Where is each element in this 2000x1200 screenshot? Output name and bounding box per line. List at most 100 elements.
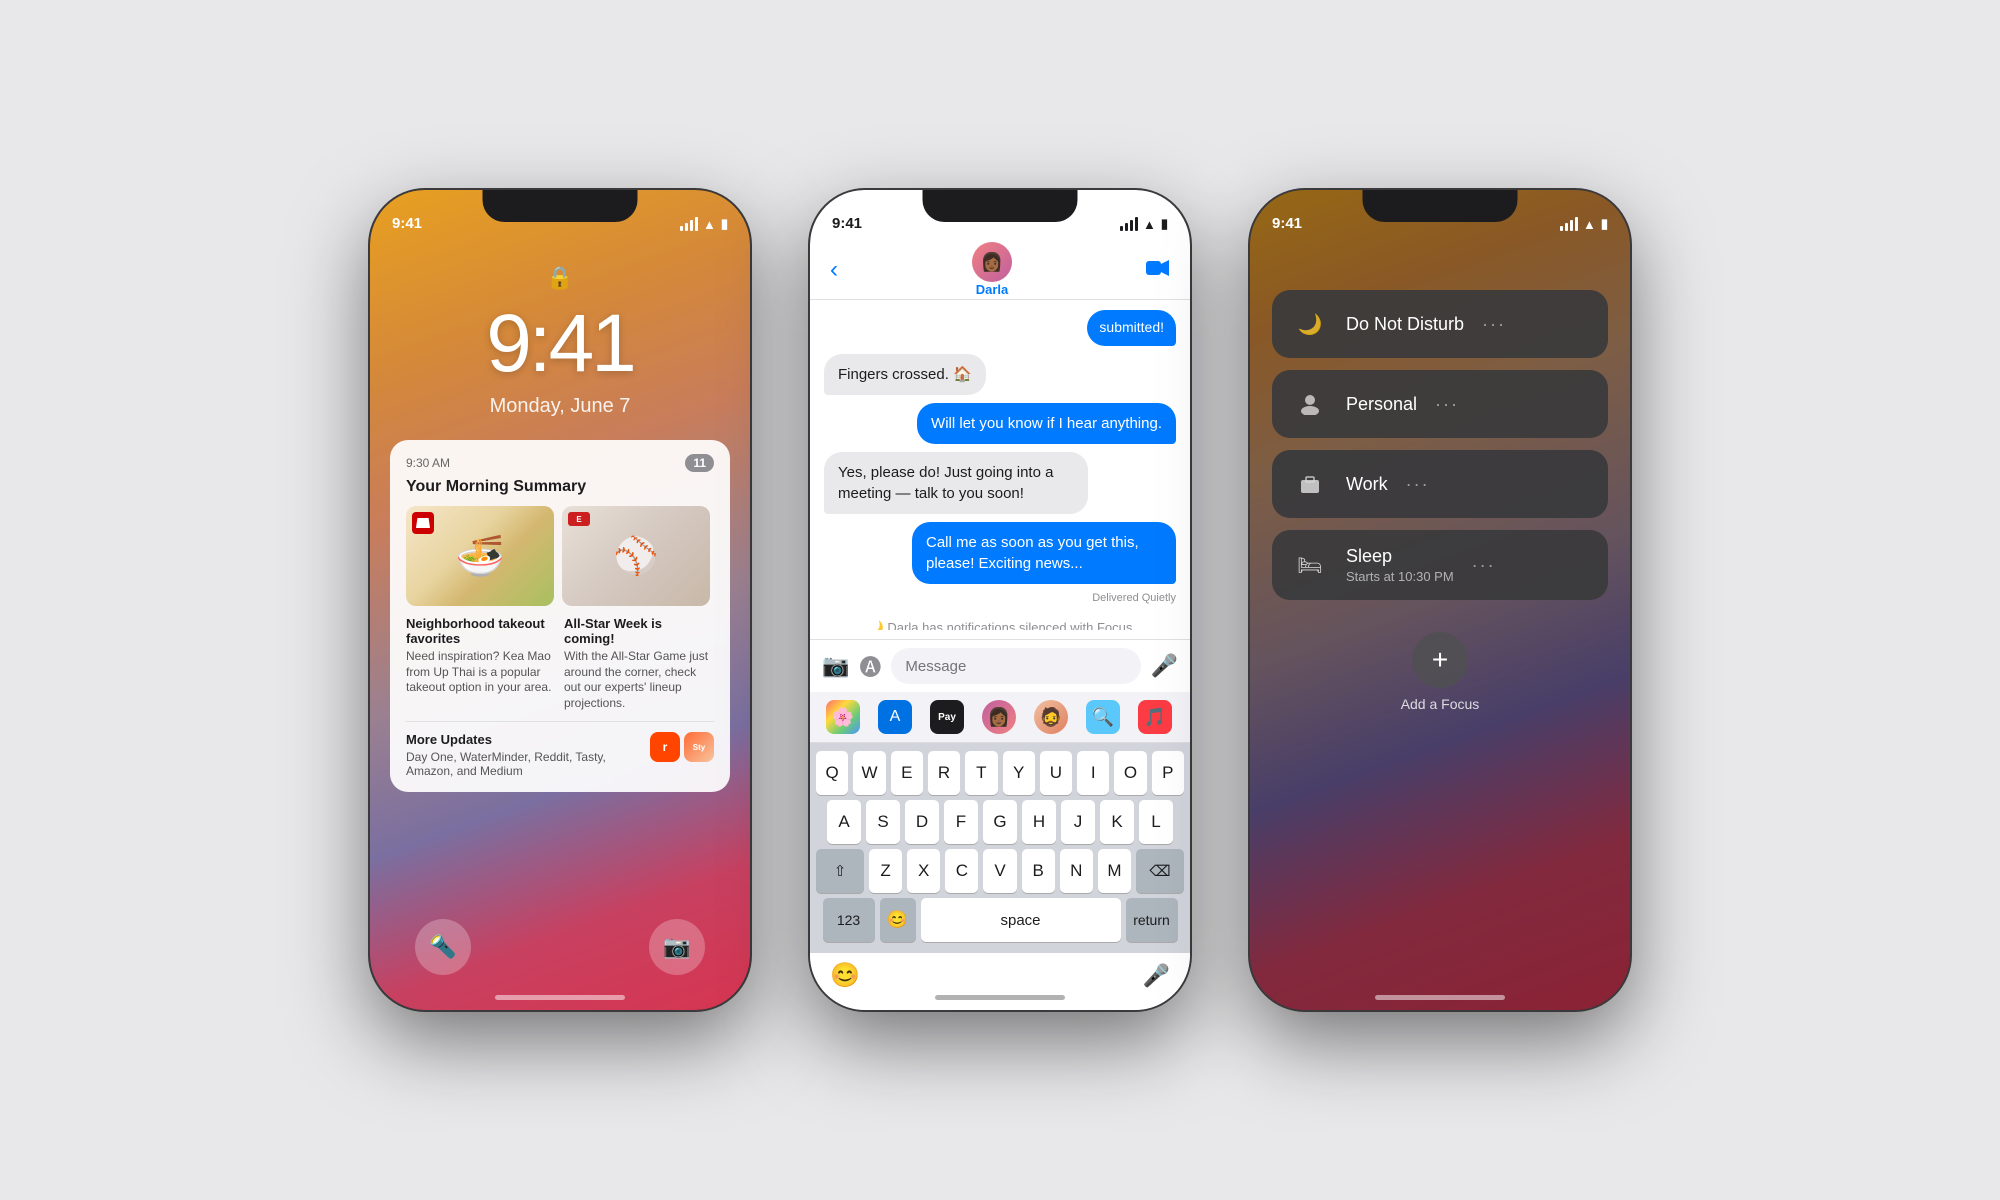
status-icons-focus: ▲ ▮ (1560, 216, 1608, 232)
key-o[interactable]: O (1114, 751, 1146, 795)
flashlight-button[interactable]: 🔦 (415, 919, 471, 975)
app-strip: 🌸 A Pay 👩🏾 🧔 🔍 🎵 (810, 692, 1190, 743)
key-b[interactable]: B (1022, 849, 1055, 893)
key-z[interactable]: Z (869, 849, 902, 893)
memoji-icon[interactable]: 👩🏾 (982, 700, 1016, 734)
key-u[interactable]: U (1040, 751, 1072, 795)
contact-info: 👩🏾 Darla (972, 242, 1012, 297)
work-icon (1292, 466, 1328, 502)
notif-items: Neighborhood takeout favorites Need insp… (406, 616, 714, 711)
back-button[interactable]: ‹ (830, 256, 838, 284)
messages-bottom-bar: 😊 🎤 (810, 953, 1190, 1010)
home-indicator-msg (935, 995, 1065, 1000)
key-f[interactable]: F (944, 800, 978, 844)
more-updates-title: More Updates (406, 732, 650, 747)
key-v[interactable]: V (983, 849, 1016, 893)
key-c[interactable]: C (945, 849, 978, 893)
emoji-button-bottom[interactable]: 😊 (830, 961, 860, 990)
lock-time: 9:41 (486, 297, 634, 391)
focus-notice: 🌙 Darla has notifications silenced with … (824, 612, 1176, 630)
status-icons-msg: ▲ ▮ (1120, 216, 1168, 232)
key-l[interactable]: L (1139, 800, 1173, 844)
dnd-more-button[interactable]: ··· (1482, 314, 1506, 335)
photos-app-icon[interactable]: 🌸 (826, 700, 860, 734)
key-g[interactable]: G (983, 800, 1017, 844)
message-input-bar: 📷 🅐 🎤 (810, 639, 1190, 692)
focus-item-dnd-info: Do Not Disturb (1346, 314, 1464, 335)
keyboard-area: 📷 🅐 🎤 🌸 A Pay 👩🏾 🧔 🔍 🎵 Q W E R (810, 639, 1190, 1010)
personal-more-button[interactable]: ··· (1435, 394, 1459, 415)
notch-messages (923, 190, 1078, 222)
notification-card[interactable]: 9:30 AM 11 Your Morning Summary E Neighb… (390, 440, 730, 792)
key-a[interactable]: A (827, 800, 861, 844)
food-app-badge (412, 512, 434, 534)
key-e[interactable]: E (891, 751, 923, 795)
msg-received-2: Yes, please do! Just going into a meetin… (824, 452, 1088, 514)
camera-button[interactable]: 📷 (649, 919, 705, 975)
video-call-button[interactable] (1146, 257, 1170, 283)
key-return[interactable]: return (1126, 898, 1178, 942)
microphone-button[interactable]: 🎤 (1143, 963, 1170, 989)
status-time: 9:41 (392, 215, 422, 232)
messages-header: ‹ 👩🏾 Darla (810, 240, 1190, 300)
work-more-button[interactable]: ··· (1406, 474, 1430, 495)
sleep-sublabel: Starts at 10:30 PM (1346, 569, 1454, 584)
notif-item-1-desc: Need inspiration? Kea Mao from Up Thai i… (406, 649, 556, 696)
notif-time: 9:30 AM (406, 456, 450, 470)
key-emoji[interactable]: 😊 (880, 898, 916, 942)
battery-icon-msg: ▮ (1161, 216, 1168, 232)
key-k[interactable]: K (1100, 800, 1134, 844)
key-s[interactable]: S (866, 800, 900, 844)
camera-input-icon[interactable]: 📷 (822, 653, 849, 679)
contact-name[interactable]: Darla (976, 282, 1009, 297)
focus-item-work[interactable]: Work ··· (1272, 450, 1608, 518)
notch (483, 190, 638, 222)
key-t[interactable]: T (965, 751, 997, 795)
focus-item-sleep[interactable]: 🛏 Sleep Starts at 10:30 PM ··· (1272, 530, 1608, 600)
key-delete[interactable]: ⌫ (1136, 849, 1184, 893)
more-app-icons: r Sty (650, 732, 714, 762)
add-focus-button[interactable]: + (1412, 632, 1468, 688)
key-h[interactable]: H (1022, 800, 1056, 844)
message-input[interactable] (891, 648, 1140, 684)
more-updates: More Updates Day One, WaterMinder, Reddi… (406, 721, 714, 778)
work-label: Work (1346, 474, 1388, 495)
audio-input-icon[interactable]: 🎤 (1151, 653, 1178, 679)
key-space[interactable]: space (921, 898, 1121, 942)
sleep-icon: 🛏 (1292, 547, 1328, 583)
notif-sport-image: E (562, 506, 710, 606)
key-j[interactable]: J (1061, 800, 1095, 844)
more-updates-text: More Updates Day One, WaterMinder, Reddi… (406, 732, 650, 778)
sleep-more-button[interactable]: ··· (1472, 555, 1496, 576)
key-w[interactable]: W (853, 751, 885, 795)
focus-item-personal[interactable]: Personal ··· (1272, 370, 1608, 438)
key-r[interactable]: R (928, 751, 960, 795)
signal-icon-msg (1120, 217, 1138, 231)
contact-avatar: 👩🏾 (972, 242, 1012, 282)
key-i[interactable]: I (1077, 751, 1109, 795)
notif-item-2-title: All-Star Week is coming! (564, 616, 714, 646)
key-x[interactable]: X (907, 849, 940, 893)
search-sticker-icon[interactable]: 🔍 (1086, 700, 1120, 734)
status-time-focus: 9:41 (1272, 215, 1302, 232)
key-y[interactable]: Y (1003, 751, 1035, 795)
app-input-icon[interactable]: 🅐 (859, 650, 881, 682)
memoji2-icon[interactable]: 🧔 (1034, 700, 1068, 734)
notif-item-1: Neighborhood takeout favorites Need insp… (406, 616, 556, 711)
phone-lockscreen: 9:41 ▲ ▮ 🔒 9:41 Monday, June 7 9:30 AM 1… (370, 190, 750, 1010)
notif-food-image (406, 506, 554, 606)
appstore-icon[interactable]: A (878, 700, 912, 734)
key-123[interactable]: 123 (823, 898, 875, 942)
focus-item-dnd[interactable]: 🌙 Do Not Disturb ··· (1272, 290, 1608, 358)
keyboard: Q W E R T Y U I O P A S D F G H (810, 743, 1190, 953)
key-m[interactable]: M (1098, 849, 1131, 893)
applepay-icon[interactable]: Pay (930, 700, 964, 734)
key-shift[interactable]: ⇧ (816, 849, 864, 893)
key-q[interactable]: Q (816, 751, 848, 795)
msg-sent-2: Call me as soon as you get this, please!… (912, 522, 1176, 584)
music-icon[interactable]: 🎵 (1138, 700, 1172, 734)
key-p[interactable]: P (1152, 751, 1184, 795)
key-n[interactable]: N (1060, 849, 1093, 893)
lock-icon: 🔒 (546, 265, 573, 291)
key-d[interactable]: D (905, 800, 939, 844)
